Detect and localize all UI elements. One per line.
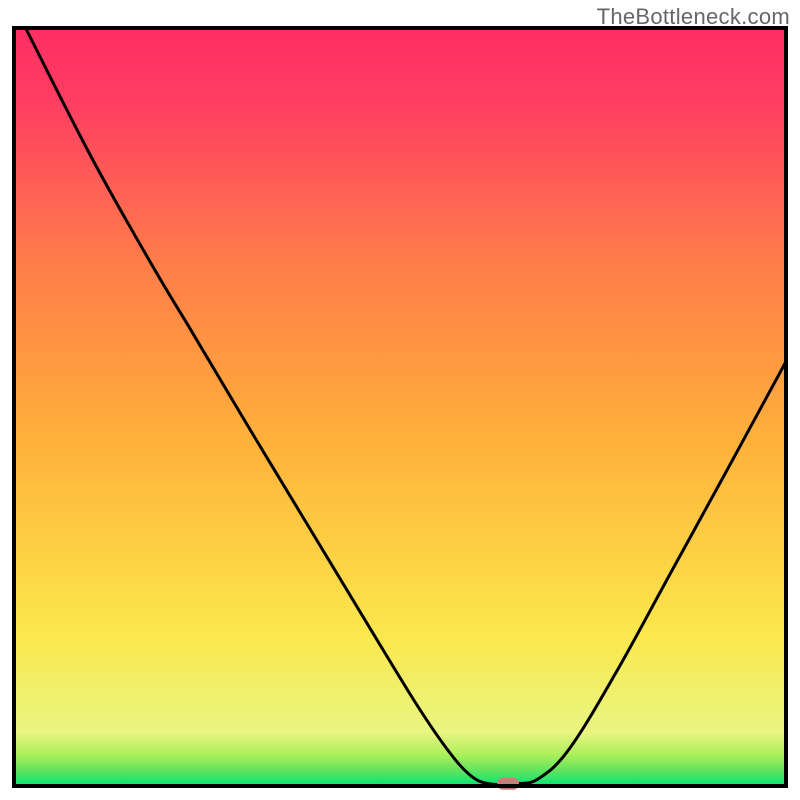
chart-container: TheBottleneck.com — [0, 0, 800, 800]
gradient-background — [14, 28, 786, 786]
watermark-text: TheBottleneck.com — [597, 4, 790, 30]
bottleneck-chart — [0, 0, 800, 800]
